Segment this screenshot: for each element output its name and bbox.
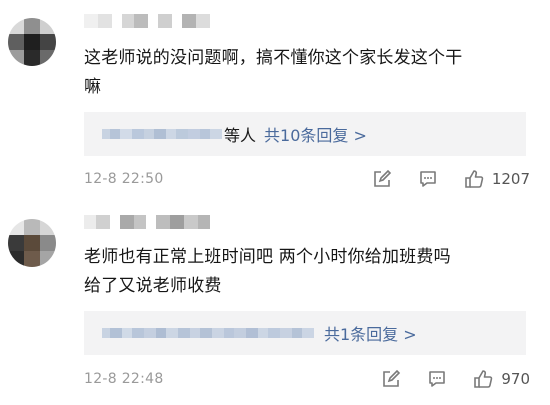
comment-item: 老师也有正常上班时间吧 两个小时你给加班费吗 给了又说老师收费 共1条回复 > … xyxy=(0,205,550,405)
blurred-names xyxy=(102,326,314,340)
comment-meta: 12-8 22:50 1207 xyxy=(84,167,530,191)
reply-preview[interactable]: 共1条回复 > xyxy=(84,311,526,355)
avatar[interactable] xyxy=(8,18,56,66)
edit-share-icon[interactable] xyxy=(379,367,403,391)
comment-text: 老师也有正常上班时间吧 两个小时你给加班费吗 给了又说老师收费 xyxy=(84,243,530,301)
like-count: 970 xyxy=(501,370,530,388)
thumbs-up-icon[interactable] xyxy=(471,367,495,391)
comment-text-line: 老师也有正常上班时间吧 两个小时你给加班费吗 xyxy=(84,247,451,267)
blurred-names xyxy=(102,127,222,141)
reply-count-link[interactable]: 共1条回复 > xyxy=(324,321,417,345)
edit-share-icon[interactable] xyxy=(370,167,394,191)
comment-actions: 1207 xyxy=(370,167,530,191)
username-blurred[interactable] xyxy=(84,215,210,229)
comment-text-line: 这老师说的没问题啊，搞不懂你这个家长发这个干 xyxy=(84,48,463,68)
comment-text: 这老师说的没问题啊，搞不懂你这个家长发这个干 嘛 xyxy=(84,44,530,102)
username-blurred[interactable] xyxy=(84,14,210,28)
reply-preview[interactable]: 等人 共10条回复 > xyxy=(84,112,526,156)
comment-icon[interactable] xyxy=(416,167,440,191)
timestamp: 12-8 22:48 xyxy=(84,371,164,387)
comment-item: 这老师说的没问题啊，搞不懂你这个家长发这个干 嘛 等人 共10条回复 > 12-… xyxy=(0,0,550,200)
comment-icon[interactable] xyxy=(425,367,449,391)
comment-actions: 970 xyxy=(379,367,530,391)
comment-meta: 12-8 22:48 970 xyxy=(84,367,530,391)
reply-count-link[interactable]: 共10条回复 > xyxy=(264,122,367,146)
comment-text-line: 嘛 xyxy=(84,77,102,97)
timestamp: 12-8 22:50 xyxy=(84,171,164,187)
thumbs-up-icon[interactable] xyxy=(462,167,486,191)
comment-text-line: 给了又说老师收费 xyxy=(84,276,222,296)
avatar[interactable] xyxy=(8,219,56,267)
reply-people-label: 等人 xyxy=(224,126,257,145)
like-count: 1207 xyxy=(491,170,530,188)
